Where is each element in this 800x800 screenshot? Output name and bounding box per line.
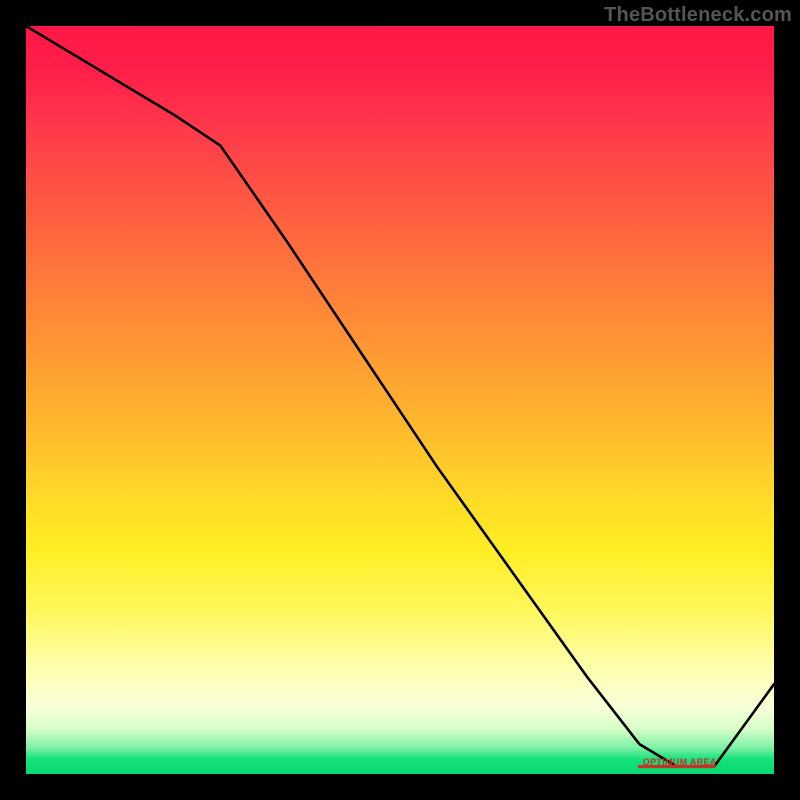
optimum-annotation: OPTIMUM AREA bbox=[643, 757, 717, 767]
plot-area: OPTIMUM AREA bbox=[26, 26, 774, 774]
bottleneck-curve bbox=[26, 26, 774, 774]
chart-frame: TheBottleneck.com OPTIMUM AREA bbox=[0, 0, 800, 800]
watermark-text: TheBottleneck.com bbox=[604, 4, 792, 27]
